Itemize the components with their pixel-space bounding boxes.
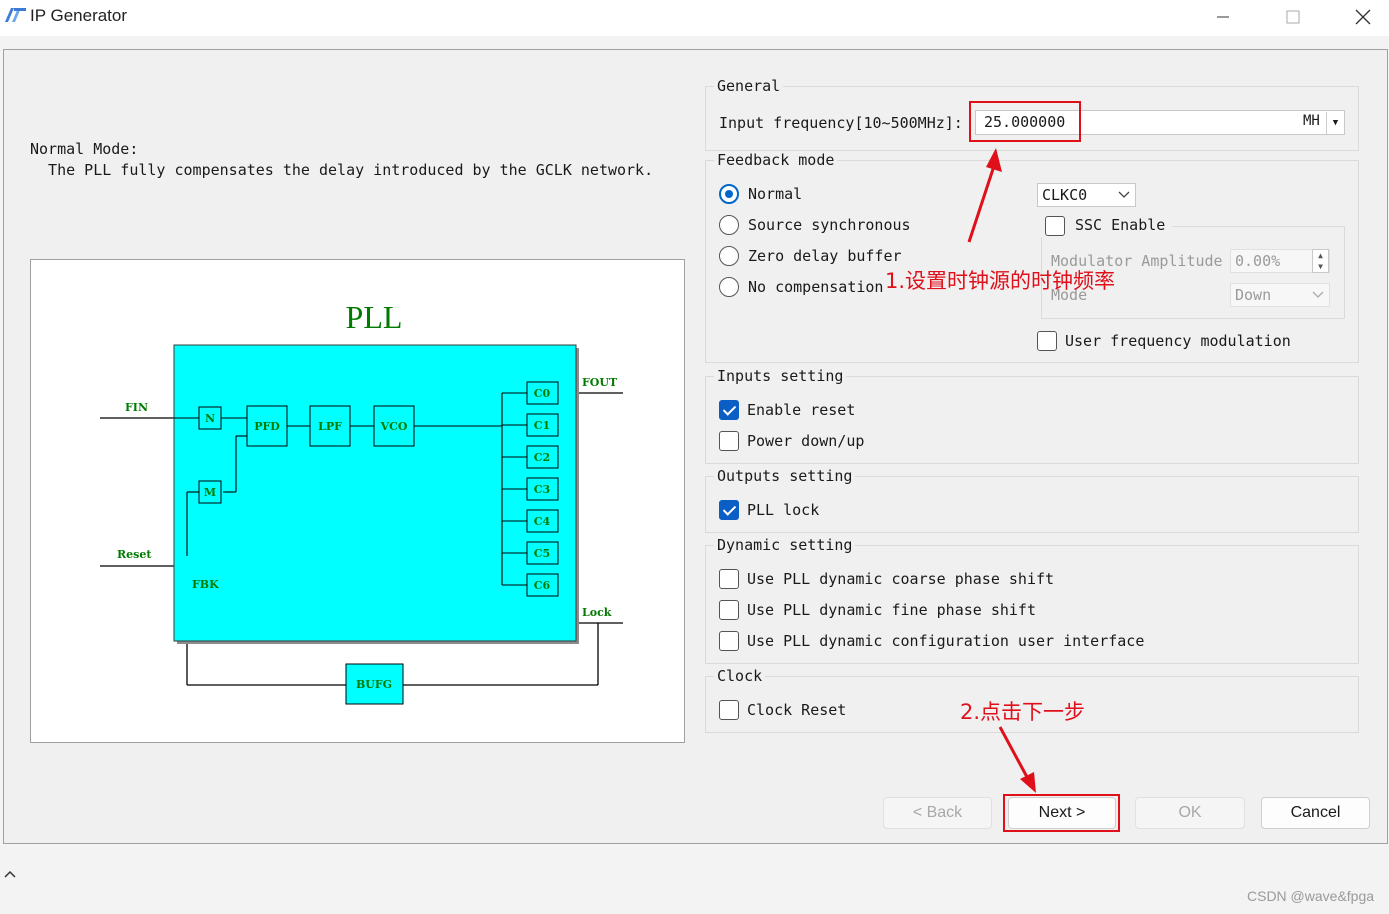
annotation-arrows [967,148,1036,793]
annotation-step1: 1.设置时钟源的时钟频率 [885,269,1116,293]
watermark: CSDN @wave&fpga [1247,888,1375,904]
annotation-step2: 2.点击下一步 [960,700,1086,724]
chevron-up-icon[interactable] [2,866,18,882]
